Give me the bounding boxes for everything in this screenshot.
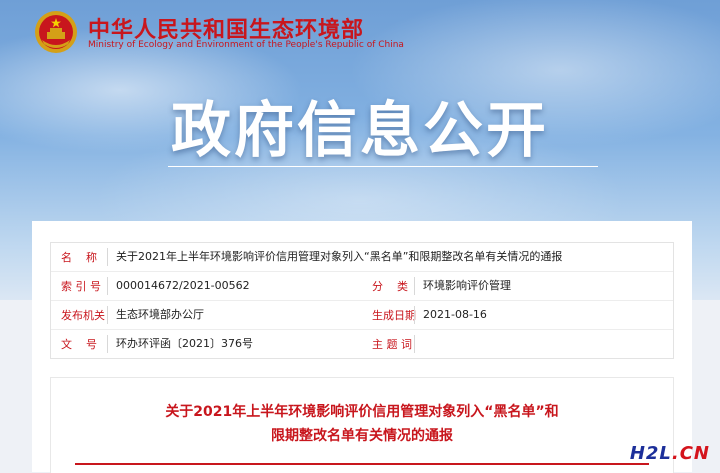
docno-value: 环办环评函〔2021〕376号 <box>107 335 358 353</box>
site-name-en: Ministry of Ecology and Environment of t… <box>88 40 404 50</box>
category-label: 分 类 <box>372 280 408 293</box>
page-title: 政府信息公开 <box>171 96 549 166</box>
subject-label: 主 题 词 <box>372 338 412 351</box>
name-value: 关于2021年上半年环境影响评价信用管理对象列入“黑名单”和限期整改名单有关情况… <box>107 248 656 266</box>
meta-row-name: 名 称 关于2021年上半年环境影响评价信用管理对象列入“黑名单”和限期整改名单… <box>51 243 673 272</box>
category-value: 环境影响评价管理 <box>414 277 511 295</box>
document-title: 关于2021年上半年环境影响评价信用管理对象列入“黑名单”和 限期整改名单有关情… <box>51 400 673 448</box>
title-divider <box>75 463 649 465</box>
meta-row-index: 索 引 号 000014672/2021-00562 分 类 环境影响评价管理 <box>51 272 673 301</box>
meta-row-docno: 文 号 环办环评函〔2021〕376号 主 题 词 <box>51 330 673 358</box>
issuer-label: 发布机关 <box>61 309 105 322</box>
site-watermark: H2L.CN <box>630 443 710 464</box>
document-title-line-1: 关于2021年上半年环境影响评价信用管理对象列入“黑名单”和 <box>165 404 559 420</box>
name-label: 名 称 <box>61 251 97 264</box>
national-emblem-icon <box>35 11 77 53</box>
date-label: 生成日期 <box>372 309 416 322</box>
index-label: 索 引 号 <box>61 280 101 293</box>
document-card: 关于2021年上半年环境影响评价信用管理对象列入“黑名单”和 限期整改名单有关情… <box>50 377 674 473</box>
watermark-part-2: .CN <box>671 443 710 464</box>
meta-row-issuer: 发布机关 生态环境部办公厅 生成日期 2021-08-16 <box>51 301 673 330</box>
issuer-value: 生态环境部办公厅 <box>107 306 358 324</box>
title-underline <box>168 166 598 167</box>
docno-label: 文 号 <box>61 338 97 351</box>
date-value: 2021-08-16 <box>414 306 487 324</box>
subject-value <box>414 335 423 353</box>
index-value: 000014672/2021-00562 <box>107 277 358 295</box>
document-metadata-table: 名 称 关于2021年上半年环境影响评价信用管理对象列入“黑名单”和限期整改名单… <box>50 242 674 359</box>
watermark-part-1: H2L <box>629 443 672 464</box>
document-title-line-2: 限期整改名单有关情况的通报 <box>271 428 453 444</box>
